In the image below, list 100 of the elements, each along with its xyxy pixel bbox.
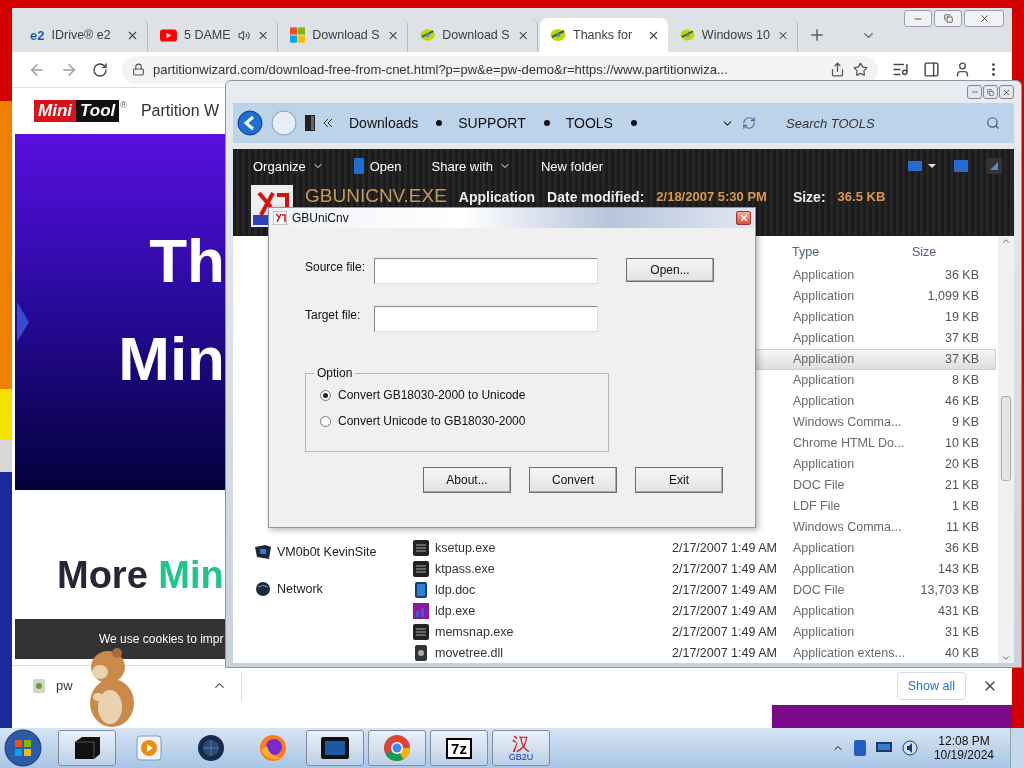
file-name[interactable]: ldp.exe — [435, 603, 476, 618]
taskbar-button[interactable] — [306, 730, 364, 766]
toolbar-button[interactable]: Organize — [253, 158, 324, 174]
network-icon[interactable] — [875, 742, 892, 754]
radio-button[interactable] — [320, 415, 331, 427]
address-bar[interactable]: partitionwizard.com/download-free-from-cnet.html?p=pw&e=pw-demo&r=https://www.partitionwiza... — [122, 55, 878, 84]
scroll-up-icon[interactable] — [1001, 236, 1011, 246]
dialog-button[interactable]: About... — [423, 467, 511, 493]
back-icon[interactable] — [237, 110, 263, 136]
close-button[interactable] — [736, 211, 751, 225]
bookmark-star-icon[interactable] — [853, 62, 868, 77]
toolbar-button[interactable]: New folder — [541, 158, 604, 174]
restore-icon — [943, 14, 953, 23]
dialog-button[interactable]: Convert — [529, 467, 617, 493]
group-title: Option — [316, 366, 354, 380]
browser-tab[interactable]: Thanks for — [540, 18, 668, 52]
reading-list-icon[interactable] — [892, 61, 909, 78]
program-icon — [413, 560, 429, 577]
profile-icon[interactable] — [954, 61, 971, 78]
close-icon — [978, 13, 990, 24]
breadcrumb[interactable]: Downloads — [349, 115, 419, 131]
side-panel-icon[interactable] — [923, 61, 940, 78]
radio-option[interactable]: Convert GB18030-2000 to Unicode — [320, 388, 608, 402]
nav-item[interactable]: VM0b0t KevinSite — [255, 545, 396, 559]
tray-app-icon[interactable] — [853, 740, 866, 756]
file-name[interactable]: memsnap.exe — [435, 624, 514, 639]
file-name[interactable]: movetree.dll — [435, 645, 504, 660]
file-row[interactable]: ksetup.exe 2/17/2007 1:49 AM Application 36 KB — [396, 537, 996, 559]
refresh-icon[interactable] — [742, 116, 756, 130]
speaker-icon — [237, 28, 250, 42]
close-button[interactable] — [999, 85, 1014, 99]
breadcrumb-separator-icon[interactable] — [543, 120, 550, 126]
table-cell-text: Windows Comma... — [793, 415, 903, 430]
start-button[interactable] — [4, 729, 42, 767]
table-cell-text: Application — [793, 352, 856, 367]
nav-item[interactable]: Network — [255, 581, 396, 597]
file-row[interactable]: ldp.doc 2/17/2007 1:49 AM DOC File 13,703 KB — [396, 579, 996, 601]
breadcrumb[interactable]: SUPPORT — [458, 115, 526, 131]
restore-button[interactable] — [983, 85, 998, 99]
taskbar-button[interactable]: 汉 GB2U — [492, 730, 550, 766]
scroll-thumb[interactable] — [1001, 396, 1011, 481]
table-cell-text: Application — [793, 561, 856, 576]
open-button[interactable]: Open... — [626, 258, 714, 282]
scroll-down-icon[interactable] — [1001, 653, 1011, 663]
field-label: Date modified: — [547, 188, 645, 207]
app-logo-text: 汉 — [512, 734, 530, 753]
radio-option[interactable]: Convert Unicode to GB18030-2000 — [320, 414, 608, 428]
minimize-button[interactable] — [967, 85, 982, 99]
radio-button[interactable] — [320, 389, 331, 401]
input-field[interactable] — [374, 258, 598, 284]
toolbar-button[interactable]: Open — [353, 158, 402, 174]
download-file-name[interactable]: pw — [56, 678, 73, 693]
table-cell-text: 2/17/2007 1:49 AM — [672, 645, 778, 660]
file-name[interactable]: ksetup.exe — [435, 540, 496, 555]
toolbar-button[interactable]: Share with — [431, 158, 511, 174]
overflow-chevron-icon[interactable] — [323, 118, 333, 128]
column-header[interactable]: Type — [792, 245, 912, 260]
table-cell-text: DOC File — [793, 477, 846, 492]
search-icon — [986, 116, 1000, 130]
file-row[interactable]: ldp.exe 2/17/2007 1:49 AM Application 431 KB — [396, 600, 996, 622]
folder-icon — [305, 115, 315, 131]
file-row[interactable]: movetree.dll 2/17/2007 1:49 AM Application extens... 40 KB — [396, 642, 996, 663]
table-cell-text: 2/17/2007 1:49 AM — [672, 582, 778, 597]
help-icon[interactable] — [986, 158, 1002, 174]
file-name[interactable]: ktpass.exe — [435, 561, 495, 576]
show-all-button[interactable]: Show all — [896, 671, 966, 700]
reload-icon[interactable] — [92, 61, 108, 78]
table-cell-text: 37 KB — [943, 352, 979, 367]
file-name[interactable]: ldp.doc — [435, 582, 476, 597]
view-options-icon[interactable] — [908, 160, 936, 172]
clock[interactable]: 12:08 PM 10/19/2024 — [927, 734, 1000, 762]
restore-button[interactable] — [934, 10, 962, 27]
cookie-notice: We use cookies to impr — [99, 632, 224, 646]
file-row[interactable]: ktpass.exe 2/17/2007 1:49 AM Application 143 KB — [396, 558, 996, 580]
table-cell-text: 21 KB — [943, 477, 979, 492]
share-icon[interactable] — [830, 62, 845, 77]
disk-logo-icon — [420, 27, 436, 43]
table-cell-text: LDF File — [793, 498, 842, 513]
four-squares-icon — [290, 27, 306, 43]
input-field[interactable] — [374, 306, 598, 332]
file-row[interactable]: memsnap.exe 2/17/2007 1:49 AM Application 31 KB — [396, 621, 996, 643]
table-cell-text: 9 KB — [950, 415, 979, 430]
taskbar-button[interactable]: 7z — [430, 730, 488, 766]
globe-icon — [255, 581, 271, 597]
dialog-button[interactable]: Exit — [635, 467, 723, 493]
restore-icon — [987, 88, 994, 96]
disk-logo-icon — [550, 27, 566, 43]
column-header[interactable]: Size — [912, 245, 978, 260]
speaker-icon[interactable] — [901, 740, 918, 756]
table-cell-text: 36 KB — [943, 268, 979, 283]
table-cell-text: 8 KB — [950, 373, 979, 388]
breadcrumb-separator-icon[interactable] — [630, 120, 637, 126]
taskbar-button[interactable] — [58, 730, 116, 766]
field-value: 36.5 KB — [837, 188, 886, 206]
document-icon — [413, 581, 429, 598]
search-field[interactable]: Search TOOLS — [776, 110, 1006, 136]
breadcrumb-separator-icon[interactable] — [436, 120, 443, 126]
table-cell-text: 2/17/2007 1:49 AM — [672, 561, 778, 576]
table-cell-text: 31 KB — [943, 624, 979, 639]
breadcrumb[interactable]: TOOLS — [565, 115, 613, 131]
